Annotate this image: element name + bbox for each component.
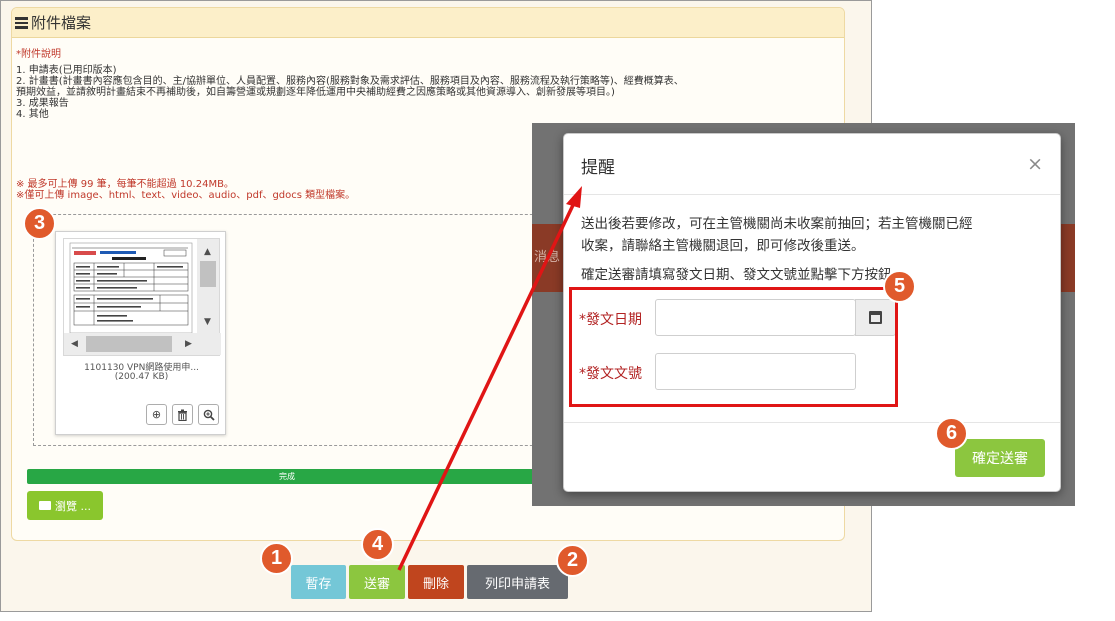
document-thumbnail-image	[69, 242, 193, 333]
upload-limits: ※ 最多可上傳 99 筆，每筆不能超過 10.24MB。 ※僅可上傳 image…	[16, 179, 355, 201]
download-icon: ⊕	[151, 408, 162, 421]
scroll-right-icon[interactable]: ▶	[185, 339, 192, 349]
file-preview-card[interactable]: ▲ ▼ ◀ ▶ 1101130 VPN網路使用申... (200.47 KB) …	[55, 231, 226, 435]
zoom-button[interactable]	[198, 404, 219, 425]
delete-button[interactable]: 刪除	[408, 565, 464, 599]
browse-button[interactable]: 瀏覽 ...	[27, 491, 103, 520]
download-button[interactable]: ⊕	[146, 404, 167, 425]
upload-progress-bar: 完成	[27, 469, 547, 484]
step-badge-5: 5	[883, 270, 916, 303]
panel-header: 附件檔案	[12, 8, 844, 38]
trash-icon	[178, 409, 187, 421]
file-size: (200.47 KB)	[114, 372, 169, 382]
upload-limit-types: ※僅可上傳 image、html、text、video、audio、pdf、gd…	[16, 190, 356, 201]
print-application-button[interactable]: 列印申請表	[467, 565, 568, 599]
panel-title: 附件檔案	[31, 14, 92, 32]
step-badge-1: 1	[260, 542, 293, 575]
scroll-left-icon[interactable]: ◀	[71, 339, 78, 349]
file-dropzone[interactable]: ▲ ▼ ◀ ▶ 1101130 VPN網路使用申... (200.47 KB) …	[33, 214, 573, 446]
notes-line: 1. 申請表(已用印版本)	[16, 65, 117, 76]
attachment-notes: *附件說明 1. 申請表(已用印版本) 2. 計畫書(計畫書內容應包含目的、主/…	[16, 49, 684, 120]
modal-footer-divider	[564, 422, 1060, 423]
screenshot-stage: 附件檔案 *附件說明 1. 申請表(已用印版本) 2. 計畫書(計畫書內容應包含…	[0, 0, 1115, 621]
list-icon	[15, 16, 28, 29]
step-badge-2: 2	[556, 544, 589, 577]
scroll-down-icon[interactable]: ▼	[204, 317, 211, 327]
confirm-submit-button[interactable]: 確定送審	[955, 439, 1045, 477]
zoom-icon	[203, 409, 215, 421]
delete-file-button[interactable]	[172, 404, 193, 425]
scroll-up-icon[interactable]: ▲	[204, 247, 211, 257]
preview-horizontal-scroll-thumb[interactable]	[86, 336, 172, 352]
notes-heading: *附件說明	[16, 49, 61, 60]
notes-line: 3. 成果報告	[16, 98, 69, 109]
browse-label: 瀏覽 ...	[55, 499, 91, 513]
preview-vertical-scrollbar[interactable]: ▲ ▼	[197, 239, 219, 333]
step-badge-4: 4	[361, 528, 394, 561]
save-draft-button[interactable]: 暫存	[291, 565, 346, 599]
upload-progress-label: 完成	[279, 472, 295, 481]
preview-horizontal-scrollbar[interactable]: ◀ ▶	[64, 333, 221, 355]
folder-open-icon	[39, 501, 51, 510]
modal-message-line-1: 送出後若要修改，可在主管機關尚未收案前抽回；若主管機關已經	[581, 216, 973, 232]
notes-line: 預期效益，並請敘明計畫結束不再補助後，如自籌營運或規劃逐年降低運用中央補助經費之…	[16, 87, 615, 98]
annotation-highlight-box	[569, 287, 898, 407]
modal-header: 提醒 ×	[564, 134, 1060, 195]
close-icon[interactable]: ×	[1027, 153, 1043, 175]
notes-line: 4. 其他	[16, 109, 49, 120]
preview-vertical-scroll-thumb[interactable]	[200, 261, 216, 287]
modal-instruction: 確定送審請填寫發文日期、發文文號並點擊下方按鈕	[581, 267, 892, 283]
modal-message-line-2: 收案，請聯絡主管機關退回，即可修改後重送。	[581, 238, 865, 254]
modal-title: 提醒	[581, 158, 615, 178]
submit-review-button[interactable]: 送審	[349, 565, 405, 599]
step-badge-6: 6	[935, 417, 968, 450]
notes-line: 2. 計畫書(計畫書內容應包含目的、主/協辦單位、人員配置、服務內容(服務對象及…	[16, 76, 684, 87]
document-thumbnail	[64, 239, 198, 333]
upload-limit-size: ※ 最多可上傳 99 筆，每筆不能超過 10.24MB。	[16, 179, 234, 190]
file-preview-viewer: ▲ ▼ ◀ ▶	[63, 238, 221, 356]
step-badge-3: 3	[23, 207, 56, 240]
backdrop-banner-text: 消息	[534, 250, 561, 265]
